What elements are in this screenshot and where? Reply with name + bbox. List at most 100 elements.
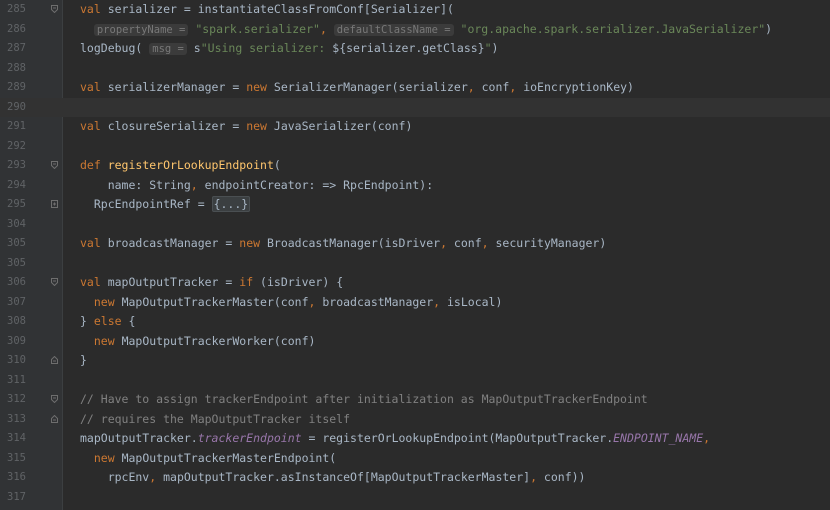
line-code[interactable]: } else { xyxy=(80,312,135,332)
line-code[interactable]: val serializerManager = new SerializerMa… xyxy=(80,78,634,98)
line-number: 315 xyxy=(7,451,26,464)
code-line[interactable]: 286 propertyName = "spark.serializer", d… xyxy=(0,20,830,40)
code-line[interactable]: 312 // Have to assign trackerEndpoint aft… xyxy=(0,390,830,410)
line-code[interactable]: } xyxy=(80,351,87,371)
fold-collapse-icon[interactable] xyxy=(51,161,58,169)
code-token: ${serializer.getClass} xyxy=(332,41,485,55)
code-token: "spark.serializer" xyxy=(195,21,320,36)
code-token: MapOutputTrackerMasterEndpoint( xyxy=(121,450,337,465)
code-line[interactable]: 307 new MapOutputTrackerMaster(conf, bro… xyxy=(0,293,830,313)
code-line[interactable]: 311 xyxy=(0,371,830,391)
code-line[interactable]: 313 // requires the MapOutputTracker itse… xyxy=(0,410,830,430)
code-line[interactable]: 293 def registerOrLookupEndpoint( xyxy=(0,156,830,176)
code-line[interactable]: 305 val broadcastManager = new BroadcastM… xyxy=(0,234,830,254)
folded-code-placeholder[interactable]: {...} xyxy=(211,196,251,212)
code-line[interactable]: 304 xyxy=(0,215,830,235)
fold-collapse-icon[interactable] xyxy=(51,414,58,423)
code-line[interactable]: 317 xyxy=(0,488,830,508)
line-code[interactable]: RpcEndpointRef = {...} xyxy=(80,195,251,215)
line-code[interactable]: // Have to assign trackerEndpoint after … xyxy=(80,390,648,410)
line-number: 309 xyxy=(7,334,26,347)
code-editor[interactable]: 285 val serializer = instantiateClassFrom… xyxy=(0,0,830,510)
code-token: closureSerializer = xyxy=(107,119,247,133)
line-code[interactable]: // requires the MapOutputTracker itself xyxy=(80,410,350,430)
code-token: ) xyxy=(765,21,773,36)
code-token: conf xyxy=(453,236,482,250)
code-token: def xyxy=(80,158,108,172)
code-token: , xyxy=(433,294,447,309)
code-line[interactable]: 290 xyxy=(0,97,830,117)
fold-collapse-icon[interactable] xyxy=(51,356,58,364)
code-token: securityManager) xyxy=(495,236,607,250)
code-token: logDebug( xyxy=(80,41,150,55)
code-token: "org.apache.spark.serializer.JavaSeriali… xyxy=(460,21,766,36)
line-code[interactable]: new MapOutputTrackerMaster(conf, broadca… xyxy=(80,293,503,313)
fold-collapse-icon[interactable] xyxy=(51,278,58,286)
fold-expand-icon[interactable] xyxy=(51,200,58,208)
line-code[interactable]: mapOutputTracker.trackerEndpoint = regis… xyxy=(80,429,710,449)
line-code[interactable]: new MapOutputTrackerMasterEndpoint( xyxy=(80,449,336,469)
code-line[interactable]: 306 val mapOutputTracker = if (isDriver) … xyxy=(0,273,830,293)
line-code[interactable]: val mapOutputTracker = if (isDriver) { xyxy=(80,273,343,293)
line-number: 289 xyxy=(7,81,26,93)
code-token: (isDriver) { xyxy=(260,275,344,289)
line-code[interactable]: logDebug( msg = s"Using serializer: ${se… xyxy=(80,39,498,60)
fold-collapse-icon[interactable] xyxy=(51,395,58,403)
line-number: 314 xyxy=(7,432,26,444)
line-code[interactable]: new MapOutputTrackerWorker(conf) xyxy=(80,332,316,352)
code-line[interactable]: 295 RpcEndpointRef = {...} xyxy=(0,195,830,215)
code-token: val xyxy=(80,275,108,289)
code-line[interactable]: 315 new MapOutputTrackerMasterEndpoint( xyxy=(0,449,830,469)
line-number: 317 xyxy=(7,490,26,503)
line-code[interactable]: name: String, endpointCreator: => RpcEnd… xyxy=(80,176,433,196)
code-line[interactable]: 292 xyxy=(0,137,830,157)
code-token: ) xyxy=(491,41,499,55)
line-code[interactable]: val broadcastManager = new BroadcastMana… xyxy=(80,234,606,254)
line-number: 310 xyxy=(7,354,26,366)
line-number: 313 xyxy=(7,412,26,425)
code-line[interactable]: 305 xyxy=(0,254,830,274)
code-line[interactable]: 288 xyxy=(0,59,830,79)
code-token: } xyxy=(80,314,94,328)
code-token: registerOrLookupEndpoint xyxy=(107,158,274,172)
line-number: 307 xyxy=(7,295,26,308)
code-token: isLocal) xyxy=(447,294,503,309)
code-token: broadcastManager = xyxy=(107,236,240,250)
code-line[interactable]: 308} else { xyxy=(0,312,830,332)
line-number: 305 xyxy=(7,237,26,249)
code-token: new xyxy=(93,450,122,465)
code-token: new xyxy=(246,119,274,133)
line-code[interactable]: propertyName = "spark.serializer", defau… xyxy=(80,20,772,41)
code-line[interactable]: 285 val serializer = instantiateClassFrom… xyxy=(0,0,830,20)
code-token: MapOutputTrackerWorker(conf) xyxy=(121,333,316,348)
code-line[interactable]: 287 logDebug( msg = s"Using serializer: $… xyxy=(0,39,830,59)
code-line[interactable]: 289 val serializerManager = new Serialize… xyxy=(0,78,830,98)
line-number: 294 xyxy=(7,178,26,191)
code-token: MapOutputTrackerMaster(conf xyxy=(121,294,309,309)
code-token: new xyxy=(246,80,274,94)
code-token: conf)) xyxy=(543,470,586,484)
code-line[interactable]: 294 name: String, endpointCreator: => Rp… xyxy=(0,176,830,196)
line-number: 306 xyxy=(7,276,26,288)
line-code[interactable]: def registerOrLookupEndpoint( xyxy=(80,156,281,176)
line-code[interactable]: val serializer = instantiateClassFromCon… xyxy=(80,0,454,20)
code-token: conf xyxy=(481,80,510,94)
line-code[interactable]: rpcEnv, mapOutputTracker.asInstanceOf[Ma… xyxy=(80,468,586,488)
code-line[interactable]: 316 rpcEnv, mapOutputTracker.asInstanceO… xyxy=(0,468,830,488)
line-number: 312 xyxy=(7,393,26,405)
code-token: " xyxy=(484,41,492,55)
code-token: , xyxy=(530,470,544,484)
line-code[interactable]: val closureSerializer = new JavaSerializ… xyxy=(80,117,412,137)
fold-collapse-icon[interactable] xyxy=(51,5,58,13)
line-number: 305 xyxy=(7,256,26,269)
code-line[interactable]: 309 new MapOutputTrackerWorker(conf) xyxy=(0,332,830,352)
code-token: mapOutputTracker.asInstanceOf[MapOutputT… xyxy=(163,470,531,484)
code-line[interactable]: 291 val closureSerializer = new JavaSeria… xyxy=(0,117,830,137)
code-line[interactable]: 310} xyxy=(0,351,830,371)
line-number: 293 xyxy=(7,159,26,171)
code-token: ENDPOINT_NAME xyxy=(613,431,704,445)
code-token: , xyxy=(440,236,454,250)
code-line[interactable]: 314 mapOutputTracker.trackerEndpoint = re… xyxy=(0,429,830,449)
